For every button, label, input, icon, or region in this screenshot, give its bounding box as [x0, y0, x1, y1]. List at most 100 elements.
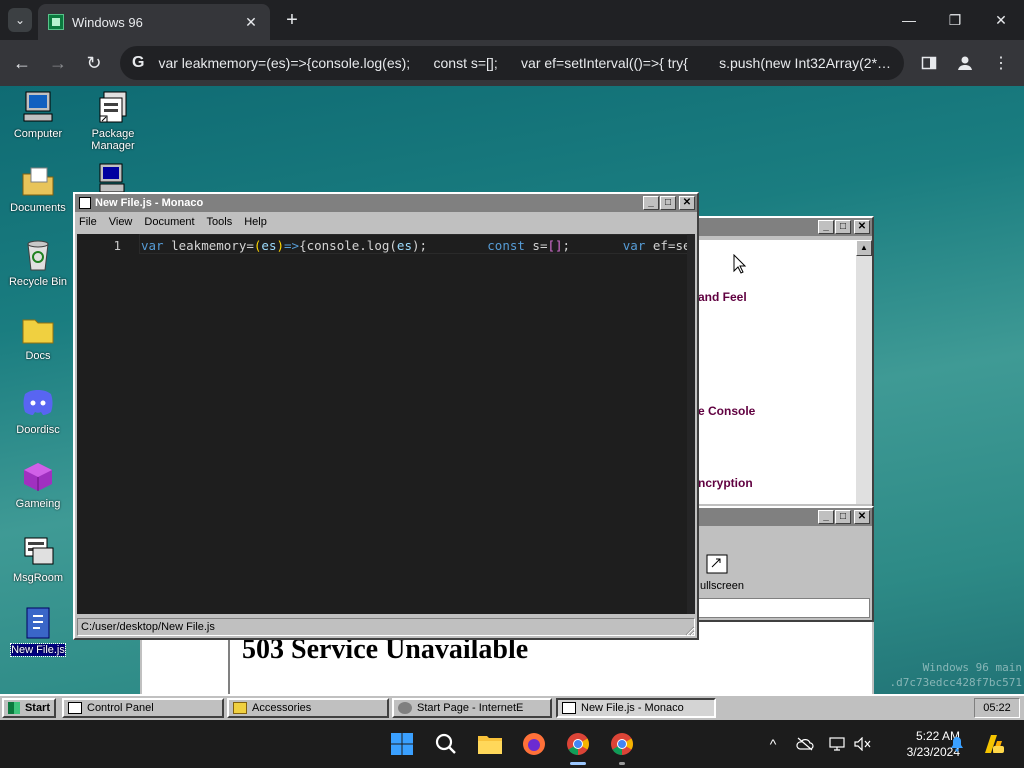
window-title-bar[interactable]: _ □ ✕	[686, 508, 872, 526]
taskbar-clock[interactable]: 05:22	[974, 698, 1020, 718]
package-icon	[96, 90, 130, 124]
scroll-up-icon[interactable]: ▲	[856, 240, 872, 256]
code-editor[interactable]: 1 var leakmemory=(es)=>{console.log(es);…	[77, 234, 695, 614]
more-options-icon[interactable]: ⋮	[990, 52, 1012, 74]
new-tab-button[interactable]: +	[280, 8, 304, 32]
control-panel-icon	[68, 702, 82, 714]
volume-muted-icon[interactable]	[852, 734, 874, 754]
cloud-offline-icon[interactable]	[794, 734, 816, 754]
recycle-bin-icon	[21, 238, 55, 272]
windows96-logo-icon	[8, 702, 20, 714]
game-icon	[21, 460, 55, 494]
window-title: New File.js - Monaco	[95, 197, 204, 209]
script-file-icon	[21, 606, 55, 640]
window-close-button[interactable]: ✕	[978, 0, 1024, 40]
window-title-bar[interactable]: New File.js - Monaco _ □ ✕	[75, 194, 697, 212]
status-bar: C:/user/desktop/New File.js	[77, 618, 695, 636]
taskbar-task-control-panel[interactable]: Control Panel	[62, 698, 224, 718]
menu-bar: File View Document Tools Help	[75, 212, 697, 232]
chrome-icon[interactable]	[606, 728, 638, 765]
browser-tab-bar: ⌄ Windows 96 ✕ + — ❐ ✕	[0, 0, 1024, 40]
firefox-icon[interactable]	[518, 728, 550, 760]
win96-taskbar: Start Control Panel Accessories Start Pa…	[0, 694, 1024, 720]
menu-help[interactable]: Help	[244, 216, 267, 228]
close-icon[interactable]: ✕	[679, 196, 695, 210]
maximize-icon[interactable]: □	[660, 196, 676, 210]
notification-bell-icon[interactable]	[946, 734, 968, 754]
line-number: 1	[113, 238, 121, 253]
chevron-down-icon: ⌄	[14, 13, 26, 27]
win96-desktop: Computer Package Manager Documents Recyc…	[0, 86, 1024, 720]
forward-arrow-icon[interactable]: →	[45, 50, 71, 76]
editor-scrollbar[interactable]	[687, 234, 695, 614]
host-taskbar: ^ 5:22 AM 3/23/2024	[0, 720, 1024, 768]
side-panel-icon[interactable]	[918, 52, 940, 74]
settings-item[interactable]: and Feel	[698, 290, 747, 304]
desktop-icon-new-file-js[interactable]: New File.js	[1, 606, 75, 657]
start-button[interactable]: Start	[2, 698, 56, 718]
desktop-icon-docs[interactable]: Docs	[1, 312, 75, 362]
window-title-bar[interactable]: _ □ ✕	[686, 218, 872, 236]
close-icon[interactable]: ✕	[854, 220, 870, 234]
back-arrow-icon[interactable]: ←	[9, 50, 35, 76]
mouse-cursor-icon	[733, 253, 747, 274]
vertical-scrollbar[interactable]: ▲	[856, 240, 872, 504]
desktop-icon-recycle-bin[interactable]: Recycle Bin	[1, 238, 75, 288]
resize-grip-icon[interactable]	[683, 624, 695, 636]
desktop-icon-msgroom[interactable]: MsgRoom	[1, 534, 75, 584]
tab-close-icon[interactable]: ✕	[242, 14, 260, 31]
menu-tools[interactable]: Tools	[207, 216, 233, 228]
taskbar-task-internet[interactable]: Start Page - InternetE	[392, 698, 552, 718]
file-explorer-icon[interactable]	[474, 728, 506, 760]
window-minimize-button[interactable]: —	[886, 0, 932, 40]
tab-search-dropdown-button[interactable]: ⌄	[8, 8, 32, 32]
search-icon[interactable]	[430, 728, 462, 760]
address-bar-text[interactable]: var leakmemory=(es)=>{console.log(es); c…	[158, 55, 891, 71]
address-field[interactable]	[688, 598, 870, 618]
build-watermark: Windows 96 main .d7c73edcc428f7bc571	[889, 661, 1022, 689]
menu-document[interactable]: Document	[144, 216, 194, 228]
reload-icon[interactable]: ↻	[81, 50, 107, 76]
background-settings-window[interactable]: _ □ ✕ and Feel e Console ncryption ▲	[684, 216, 874, 508]
globe-icon	[398, 702, 412, 714]
computer-icon	[21, 90, 55, 124]
minimize-icon[interactable]: _	[643, 196, 659, 210]
code-line[interactable]: var leakmemory=(es)=>{console.log(es); c…	[141, 238, 695, 253]
taskbar-task-accessories[interactable]: Accessories	[227, 698, 389, 718]
menu-file[interactable]: File	[79, 216, 97, 228]
desktop-icon-computer[interactable]: Computer	[1, 90, 75, 140]
fullscreen-label[interactable]: ullscreen	[700, 580, 744, 592]
tab-title: Windows 96	[72, 14, 143, 30]
windows-start-icon[interactable]	[386, 728, 418, 760]
settings-item[interactable]: e Console	[698, 404, 755, 418]
desktop-icon-package-manager[interactable]: Package Manager	[76, 90, 150, 152]
fullscreen-icon[interactable]	[706, 554, 730, 576]
settings-item[interactable]: ncryption	[698, 476, 753, 490]
copilot-icon[interactable]	[980, 734, 1006, 754]
discord-icon	[21, 386, 55, 420]
monaco-editor-window[interactable]: New File.js - Monaco _ □ ✕ File View Doc…	[73, 192, 699, 640]
maximize-icon[interactable]: □	[835, 220, 851, 234]
close-icon[interactable]: ✕	[854, 510, 870, 524]
browser-toolbar: ← → ↻ G var leakmemory=(es)=>{console.lo…	[0, 40, 1024, 86]
browser-tab-active[interactable]: Windows 96 ✕	[38, 4, 270, 40]
window-restore-button[interactable]: ❐	[932, 0, 978, 40]
show-hidden-icons-icon[interactable]: ^	[762, 734, 784, 754]
windows96-favicon-icon	[48, 14, 64, 30]
address-bar[interactable]: G var leakmemory=(es)=>{console.log(es);…	[120, 46, 904, 80]
maximize-icon[interactable]: □	[835, 510, 851, 524]
chrome-icon[interactable]	[562, 728, 594, 765]
computer-icon[interactable]	[96, 162, 128, 194]
taskbar-task-monaco[interactable]: New File.js - Monaco	[556, 698, 716, 718]
chat-icon	[21, 534, 55, 568]
desktop-icon-doordisc[interactable]: Doordisc	[1, 386, 75, 436]
minimize-icon[interactable]: _	[818, 510, 834, 524]
network-icon[interactable]	[826, 734, 848, 754]
profile-icon[interactable]	[954, 52, 976, 74]
desktop-icon-gameing[interactable]: Gameing	[1, 460, 75, 510]
menu-view[interactable]: View	[109, 216, 133, 228]
desktop-icon-documents[interactable]: Documents	[1, 164, 75, 214]
folder-documents-icon	[21, 164, 55, 198]
background-window[interactable]: _ □ ✕ ullscreen	[684, 506, 874, 622]
minimize-icon[interactable]: _	[818, 220, 834, 234]
